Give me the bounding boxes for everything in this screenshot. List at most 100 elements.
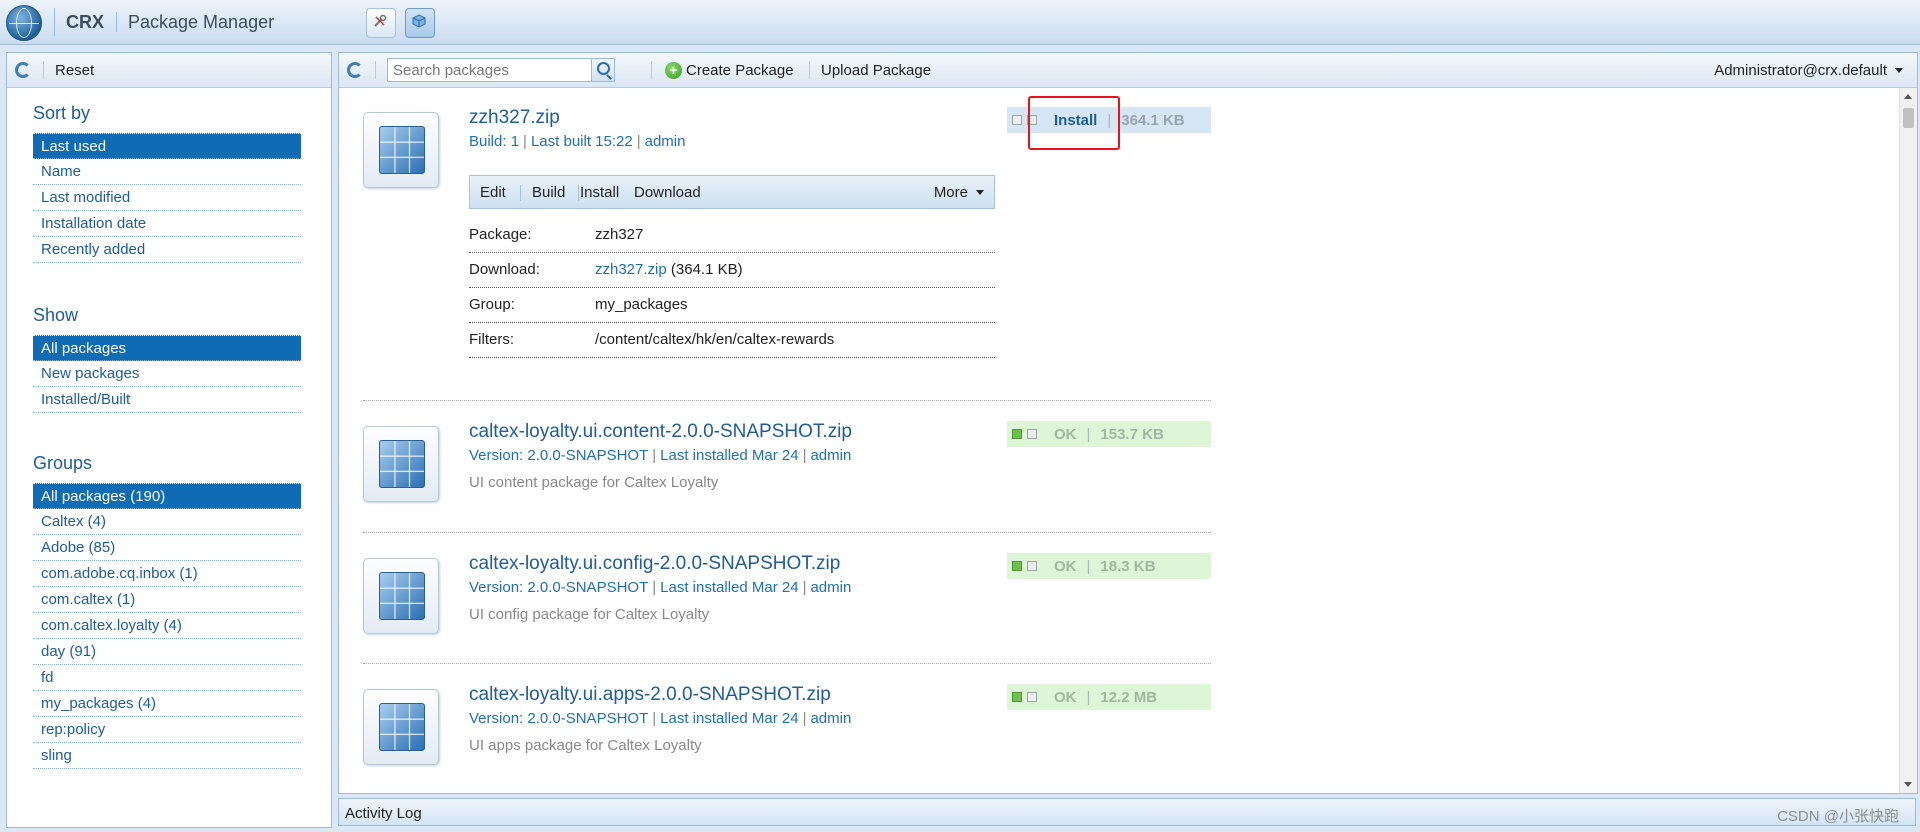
last-installed: Last installed Mar 24 (660, 447, 799, 464)
group-item-day[interactable]: day (91) (33, 639, 301, 665)
upload-package-button[interactable]: Upload Package (821, 62, 931, 79)
detail-value: /content/caltex/hk/en/caltex-rewards (595, 331, 835, 348)
left-panel: Reset Sort by Last used Name Last modifi… (6, 52, 332, 828)
package-description: UI config package for Caltex Loyalty (469, 606, 710, 623)
author-link[interactable]: admin (810, 447, 851, 464)
package-status-box: OK | 12.2 MB (1007, 684, 1211, 710)
user-menu[interactable]: Administrator@crx.default (1714, 62, 1903, 79)
package-version: Version: 2.0.0-SNAPSHOT (469, 579, 649, 596)
edit-button[interactable]: Edit (480, 184, 506, 201)
create-package-button[interactable]: + Create Package (665, 62, 794, 79)
scrollbar-thumb[interactable] (1903, 108, 1914, 128)
sort-item-name[interactable]: Name (33, 159, 301, 185)
left-toolbar: Reset (7, 53, 331, 88)
package-cube-icon (379, 440, 425, 488)
show-item-installed-built[interactable]: Installed/Built (33, 387, 301, 413)
status-indicator (1012, 115, 1022, 125)
groups-list: All packages (190) Caltex (4) Adobe (85)… (33, 483, 301, 769)
package-meta: Build: 1 | Last built 15:22 | admin (469, 133, 686, 150)
sort-item-last-used[interactable]: Last used (33, 133, 301, 159)
group-item-com-caltex-loyalty[interactable]: com.caltex.loyalty (4) (33, 613, 301, 639)
package-icon[interactable] (363, 426, 439, 502)
watermark: CSDN @小张快跑 (1777, 808, 1899, 825)
tools-button[interactable] (366, 8, 396, 38)
header-divider (54, 8, 55, 36)
groups-title: Groups (33, 453, 93, 473)
package-divider (363, 663, 1211, 664)
group-item-sling[interactable]: sling (33, 743, 301, 769)
app-header: CRX Package Manager (0, 0, 1920, 45)
action-divider (520, 185, 521, 201)
chevron-down-icon (976, 190, 984, 195)
group-item-com-caltex[interactable]: com.caltex (1) (33, 587, 301, 613)
toolbar-divider (375, 61, 376, 79)
package-meta: Version: 2.0.0-SNAPSHOT | Last installed M… (469, 447, 852, 464)
sort-item-installation-date[interactable]: Installation date (33, 211, 301, 237)
author-link[interactable]: admin (810, 579, 851, 596)
sort-item-recently-added[interactable]: Recently added (33, 237, 301, 263)
group-item-my-packages[interactable]: my_packages (4) (33, 691, 301, 717)
main-panel: + Create Package Upload Package Administ… (338, 52, 1918, 794)
build-button[interactable]: Build (532, 184, 565, 201)
more-label: More (933, 184, 968, 201)
detail-label: Download: (469, 261, 540, 278)
status-ok-label: OK (1054, 425, 1077, 443)
last-installed: Last installed Mar 24 (660, 579, 799, 596)
status-ok-label: OK (1054, 688, 1077, 706)
detail-row-package: Package: zzh327 (469, 218, 995, 253)
package-name-link[interactable]: zzh327.zip (469, 107, 560, 129)
sort-item-last-modified[interactable]: Last modified (33, 185, 301, 211)
show-title: Show (33, 305, 79, 325)
package-version: Version: 2.0.0-SNAPSHOT (469, 447, 649, 464)
author-link[interactable]: admin (810, 710, 851, 727)
detail-value: zzh327 (595, 226, 644, 243)
chevron-down-icon (1895, 68, 1903, 73)
refresh-packages-icon[interactable] (347, 62, 363, 78)
author-link[interactable]: admin (645, 133, 686, 150)
package-manager-button[interactable] (405, 8, 435, 38)
toolbar-divider (651, 61, 652, 79)
package-list: zzh327.zip Build: 1 | Last built 15:22 | adm… (339, 88, 1899, 793)
activity-log-bar[interactable]: Activity Log CSDN @小张快跑 (338, 798, 1916, 826)
download-file-link[interactable]: zzh327.zip (595, 261, 667, 278)
package-divider (363, 532, 1211, 533)
search-button[interactable] (591, 59, 614, 81)
package-icon[interactable] (363, 558, 439, 634)
package-divider (363, 400, 1211, 401)
package-cube-icon (412, 14, 426, 28)
group-item-com-adobe-cq-inbox[interactable]: com.adobe.cq.inbox (1) (33, 561, 301, 587)
package-meta: Version: 2.0.0-SNAPSHOT | Last installed M… (469, 710, 852, 727)
vertical-scrollbar[interactable] (1899, 88, 1917, 793)
package-name-link[interactable]: caltex-loyalty.ui.config-2.0.0-SNAPSHOT.… (469, 553, 840, 575)
install-button[interactable]: Install (580, 184, 619, 201)
search-input[interactable] (388, 59, 598, 81)
refresh-icon[interactable] (15, 62, 31, 78)
scroll-up-arrow-icon[interactable] (1904, 94, 1912, 99)
title-divider (116, 12, 117, 32)
more-menu-button[interactable]: More (934, 184, 984, 201)
scroll-down-arrow-icon[interactable] (1904, 782, 1912, 787)
show-item-all-packages[interactable]: All packages (33, 335, 301, 361)
package-icon[interactable] (363, 112, 439, 188)
detail-row-group: Group: my_packages (469, 288, 995, 323)
group-item-fd[interactable]: fd (33, 665, 301, 691)
package-name-link[interactable]: caltex-loyalty.ui.apps-2.0.0-SNAPSHOT.zi… (469, 684, 831, 706)
last-built: Last built 15:22 (530, 133, 633, 150)
toolbar-divider (43, 61, 44, 79)
reset-button[interactable]: Reset (55, 62, 94, 79)
highlight-annotation (1028, 96, 1120, 150)
package-status-box: OK | 18.3 KB (1007, 553, 1211, 579)
package-icon[interactable] (363, 689, 439, 765)
user-name: Administrator@crx.default (1714, 62, 1887, 79)
status-indicator (1027, 561, 1037, 571)
download-button[interactable]: Download (634, 184, 701, 201)
group-item-rep-policy[interactable]: rep:policy (33, 717, 301, 743)
group-item-all-packages[interactable]: All packages (190) (33, 483, 301, 509)
group-item-adobe[interactable]: Adobe (85) (33, 535, 301, 561)
group-item-caltex[interactable]: Caltex (4) (33, 509, 301, 535)
create-package-label: Create Package (686, 62, 794, 79)
package-name-link[interactable]: caltex-loyalty.ui.content-2.0.0-SNAPSHOT… (469, 421, 852, 443)
show-item-new-packages[interactable]: New packages (33, 361, 301, 387)
download-size: (364.1 KB) (670, 261, 743, 278)
detail-value: zzh327.zip (364.1 KB) (595, 261, 743, 278)
